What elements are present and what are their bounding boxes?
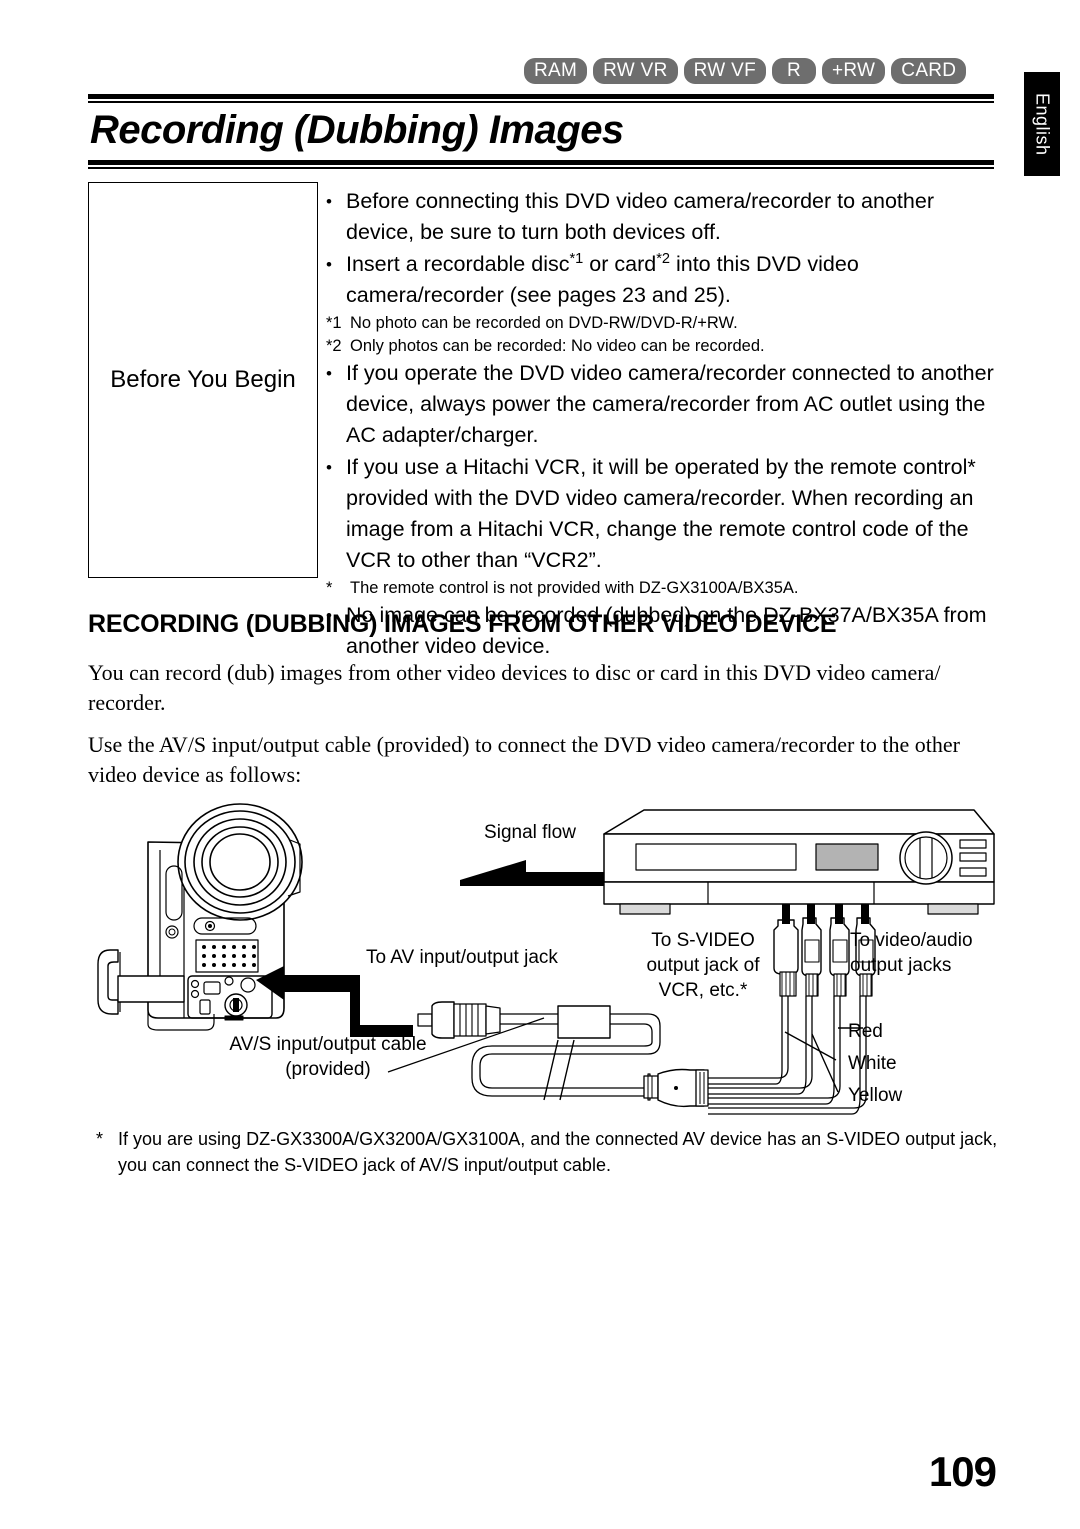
subnote-text: Only photos can be recorded: No video ca… [350, 337, 765, 355]
before-you-begin-label: Before You Begin [110, 366, 296, 393]
label-wire-red: Red [848, 1021, 883, 1042]
page-title: Recording (Dubbing) Images [90, 108, 624, 152]
media-badge-row: RAM RW VR RW VF R +RW CARD [524, 58, 967, 84]
bottom-footnote-marker: * [96, 1129, 104, 1149]
media-badge-rw-vf: RW VF [683, 58, 766, 84]
language-tab-label: English [1032, 92, 1053, 156]
page-number: 109 [928, 1448, 997, 1495]
section-heading: RECORDING (DUBBING) IMAGES FROM OTHER VI… [88, 610, 837, 638]
page-title-block: Recording (Dubbing) Images [88, 94, 994, 169]
title-rule-bottom [88, 160, 994, 165]
manual-page: RAM RW VR RW VF R +RW CARD English Recor… [0, 0, 1080, 1529]
camcorder-illustration [97, 803, 303, 1031]
subnote-1: *1 No photo can be recorded on DVD-RW/DV… [324, 312, 1002, 335]
subnote-text: No photo can be recorded on DVD-RW/DVD-R… [350, 314, 738, 332]
note-item: Before connecting this DVD video camera/… [324, 186, 1002, 248]
connection-diagram: Signal flow To AV input/output jack AV/S… [88, 800, 1004, 1120]
note-item: If you use a Hitachi VCR, it will be ope… [324, 452, 1002, 576]
note-item: If you operate the DVD video camera/reco… [324, 358, 1002, 451]
subnote-marker: *2 [326, 337, 342, 355]
note-text-b: or card [583, 252, 657, 276]
before-you-begin-box: Before You Begin [88, 182, 318, 578]
footnote-marker-2: *2 [656, 250, 670, 267]
label-to-video-audio-jacks: To video/audio output jacks [850, 930, 973, 976]
label-wire-white: White [848, 1053, 897, 1074]
label-wire-yellow: Yellow [848, 1085, 903, 1106]
language-tab: English [1024, 72, 1060, 176]
label-to-av-jack: To AV input/output jack [366, 947, 558, 968]
note-text-a: Insert a recordable disc [346, 252, 570, 276]
bottom-footnote: * If you are using DZ-GX3300A/GX3200A/GX… [96, 1126, 1028, 1178]
subnote-marker: * [326, 579, 333, 597]
subnote-text: The remote control is not provided with … [350, 579, 799, 597]
media-badge-r: R [771, 58, 816, 84]
connector-wire-runs [708, 996, 867, 1115]
subnote-marker: *1 [326, 314, 342, 332]
media-badge-card: CARD [891, 58, 967, 84]
body-paragraph-2: Use the AV/S input/output cable (provide… [88, 732, 960, 787]
before-you-begin-notes: Before connecting this DVD video camera/… [324, 186, 1002, 663]
label-signal-flow: Signal flow [484, 822, 576, 843]
note-item-disc-card: Insert a recordable disc*1 or card*2 int… [324, 249, 1002, 311]
title-rule-top [88, 94, 994, 99]
subnote-2: *2 Only photos can be recorded: No video… [324, 335, 1002, 358]
media-badge-ram: RAM [524, 58, 588, 84]
media-badge-rw-vr: RW VR [593, 58, 678, 84]
media-badge-plus-rw: +RW [821, 58, 886, 84]
bottom-footnote-text: If you are using DZ-GX3300A/GX3200A/GX31… [118, 1129, 998, 1175]
body-paragraph-1: You can record (dub) images from other v… [88, 660, 941, 715]
title-rule-bottom-thin [88, 167, 994, 169]
label-avs-cable: AV/S input/output cable (provided) [229, 1034, 427, 1080]
vcr-illustration [603, 809, 995, 915]
subnote-3: * The remote control is not provided wit… [324, 577, 1002, 600]
label-to-svideo-jack: To S-VIDEO output jack of VCR, etc.* [646, 930, 760, 1001]
footnote-marker-1: *1 [569, 250, 584, 267]
